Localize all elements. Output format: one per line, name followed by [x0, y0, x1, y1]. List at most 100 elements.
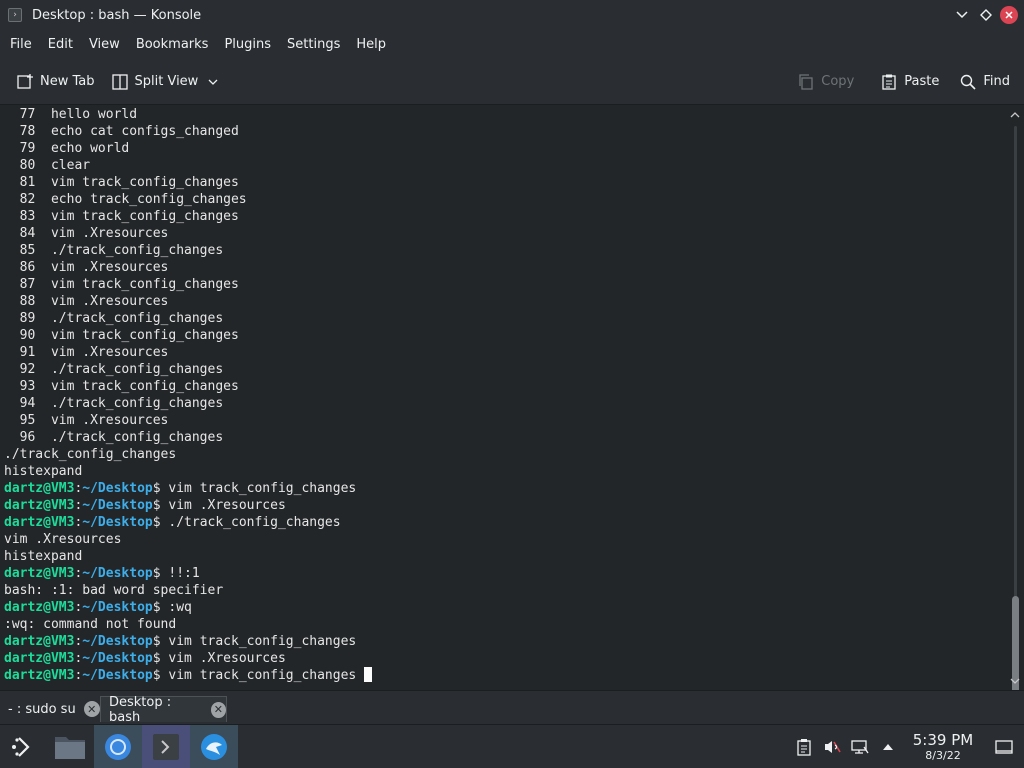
history-number: 87 [4, 277, 51, 292]
history-number: 90 [4, 328, 51, 343]
history-line: 83 vim track_config_changes [4, 208, 1006, 225]
taskbar: 5:39 PM 8/3/22 [0, 724, 1024, 768]
prompt-dollar: $ [152, 498, 169, 513]
menu-edit[interactable]: Edit [42, 30, 83, 59]
prompt-path: ~/Desktop [82, 600, 153, 615]
menu-view[interactable]: View [83, 30, 130, 59]
history-line: 85 ./track_config_changes [4, 242, 1006, 259]
history-number: 88 [4, 294, 51, 309]
history-number: 93 [4, 379, 51, 394]
history-number: 92 [4, 362, 51, 377]
menu-settings[interactable]: Settings [281, 30, 350, 59]
history-number: 77 [4, 107, 51, 122]
clock-time: 5:39 PM [912, 731, 974, 749]
prompt-user: dartz@VM3 [4, 668, 75, 683]
terminal-scrollbar[interactable] [1006, 106, 1024, 768]
volume-muted-icon[interactable] [818, 725, 846, 768]
task-konsole[interactable] [142, 724, 190, 768]
history-number: 78 [4, 124, 51, 139]
prompt-dollar: $ [152, 566, 169, 581]
paste-button[interactable]: Paste [872, 67, 947, 97]
tab-desktop-bash[interactable]: Desktop : bash ✕ [100, 694, 227, 725]
history-line: 84 vim .Xresources [4, 225, 1006, 242]
history-line: 94 ./track_config_changes [4, 395, 1006, 412]
clipboard-icon[interactable] [790, 725, 818, 768]
prompt-user: dartz@VM3 [4, 634, 75, 649]
tab-label: Desktop : bash [109, 694, 172, 725]
prompt-dollar: $ [152, 600, 169, 615]
prompt-path: ~/Desktop [82, 515, 153, 530]
prompt-user: dartz@VM3 [4, 515, 75, 530]
scroll-up-icon[interactable] [1010, 110, 1020, 121]
clock-date: 8/3/22 [925, 749, 961, 762]
application-launcher[interactable] [0, 725, 44, 768]
history-line: 80 clear [4, 157, 1006, 174]
history-command: ./track_config_changes [50, 396, 224, 411]
task-discover[interactable] [190, 724, 238, 768]
history-command: vim track_config_changes [50, 328, 239, 343]
close-tab-icon[interactable]: ✕ [83, 701, 100, 717]
command-text: !!:1 [168, 566, 200, 581]
text-cursor [364, 667, 373, 682]
menu-bookmarks[interactable]: Bookmarks [130, 30, 219, 59]
menu-file[interactable]: File [4, 30, 42, 59]
output-line: histexpand [4, 464, 83, 479]
history-number: 79 [4, 141, 51, 156]
browser-icon [105, 733, 131, 760]
clock[interactable]: 5:39 PM 8/3/22 [908, 731, 978, 763]
scroll-down-icon[interactable] [1010, 676, 1020, 687]
prompt-dollar: $ [152, 481, 169, 496]
find-button[interactable]: Find [951, 67, 1018, 97]
output-line: histexpand [4, 549, 83, 564]
terminal-icon [153, 733, 179, 760]
tray-expand-icon[interactable] [874, 725, 902, 768]
prompt-path: ~/Desktop [82, 634, 153, 649]
prompt-user: dartz@VM3 [4, 600, 75, 615]
show-desktop-button[interactable] [984, 725, 1024, 768]
konsole-app-icon[interactable]: › [8, 8, 22, 22]
history-line: 86 vim .Xresources [4, 259, 1006, 276]
command-text: vim .Xresources [168, 651, 286, 666]
scrollbar-track[interactable] [1014, 126, 1017, 674]
prompt-path: ~/Desktop [82, 481, 153, 496]
close-button[interactable] [1000, 6, 1018, 24]
history-number: 84 [4, 226, 51, 241]
prompt-path: ~/Desktop [82, 566, 153, 581]
command-text: vim .Xresources [168, 498, 286, 513]
task-file-manager[interactable] [46, 725, 94, 768]
maximize-button[interactable] [974, 3, 998, 27]
terminal-view[interactable]: 77 hello world 78 echo cat configs_chang… [0, 106, 1006, 690]
network-icon[interactable] [846, 725, 874, 768]
split-view-button[interactable]: Split View [103, 67, 227, 97]
chevron-down-icon[interactable] [208, 75, 218, 88]
menu-help[interactable]: Help [350, 30, 396, 59]
close-icon [1005, 11, 1013, 19]
terminal-output[interactable]: 77 hello world 78 echo cat configs_chang… [0, 106, 1006, 684]
history-command: vim .Xresources [50, 345, 169, 360]
history-command: ./track_config_changes [50, 430, 224, 445]
minimize-button[interactable] [950, 3, 974, 27]
history-command: vim track_config_changes [50, 175, 239, 190]
split-view-icon [111, 73, 129, 91]
history-command: vim .Xresources [50, 260, 169, 275]
history-line: 88 vim .Xresources [4, 293, 1006, 310]
prompt-line: dartz@VM3:~/Desktop$ :wq [4, 599, 1006, 616]
task-chromium[interactable] [94, 724, 142, 768]
history-line: 78 echo cat configs_changed [4, 123, 1006, 140]
tab-sudo-su[interactable]: - : sudo su ✕ [0, 696, 100, 722]
tab-label: - : sudo su [8, 701, 76, 717]
history-number: 82 [4, 192, 51, 207]
output-line: bash: :1: bad word specifier [4, 583, 224, 598]
prompt-path: ~/Desktop [82, 668, 153, 683]
new-tab-button[interactable]: New Tab [8, 67, 103, 97]
history-line: 79 echo world [4, 140, 1006, 157]
prompt-path: ~/Desktop [82, 498, 153, 513]
menu-plugins[interactable]: Plugins [218, 30, 281, 59]
close-tab-icon[interactable]: ✕ [210, 701, 226, 718]
copy-button[interactable]: Copy [789, 67, 862, 97]
prompt-dollar: $ [152, 668, 169, 683]
command-text: ./track_config_changes [168, 515, 341, 530]
prompt-line: dartz@VM3:~/Desktop$ !!:1 [4, 565, 1006, 582]
kde-launcher-icon [12, 736, 30, 757]
prompt-path: ~/Desktop [82, 651, 153, 666]
